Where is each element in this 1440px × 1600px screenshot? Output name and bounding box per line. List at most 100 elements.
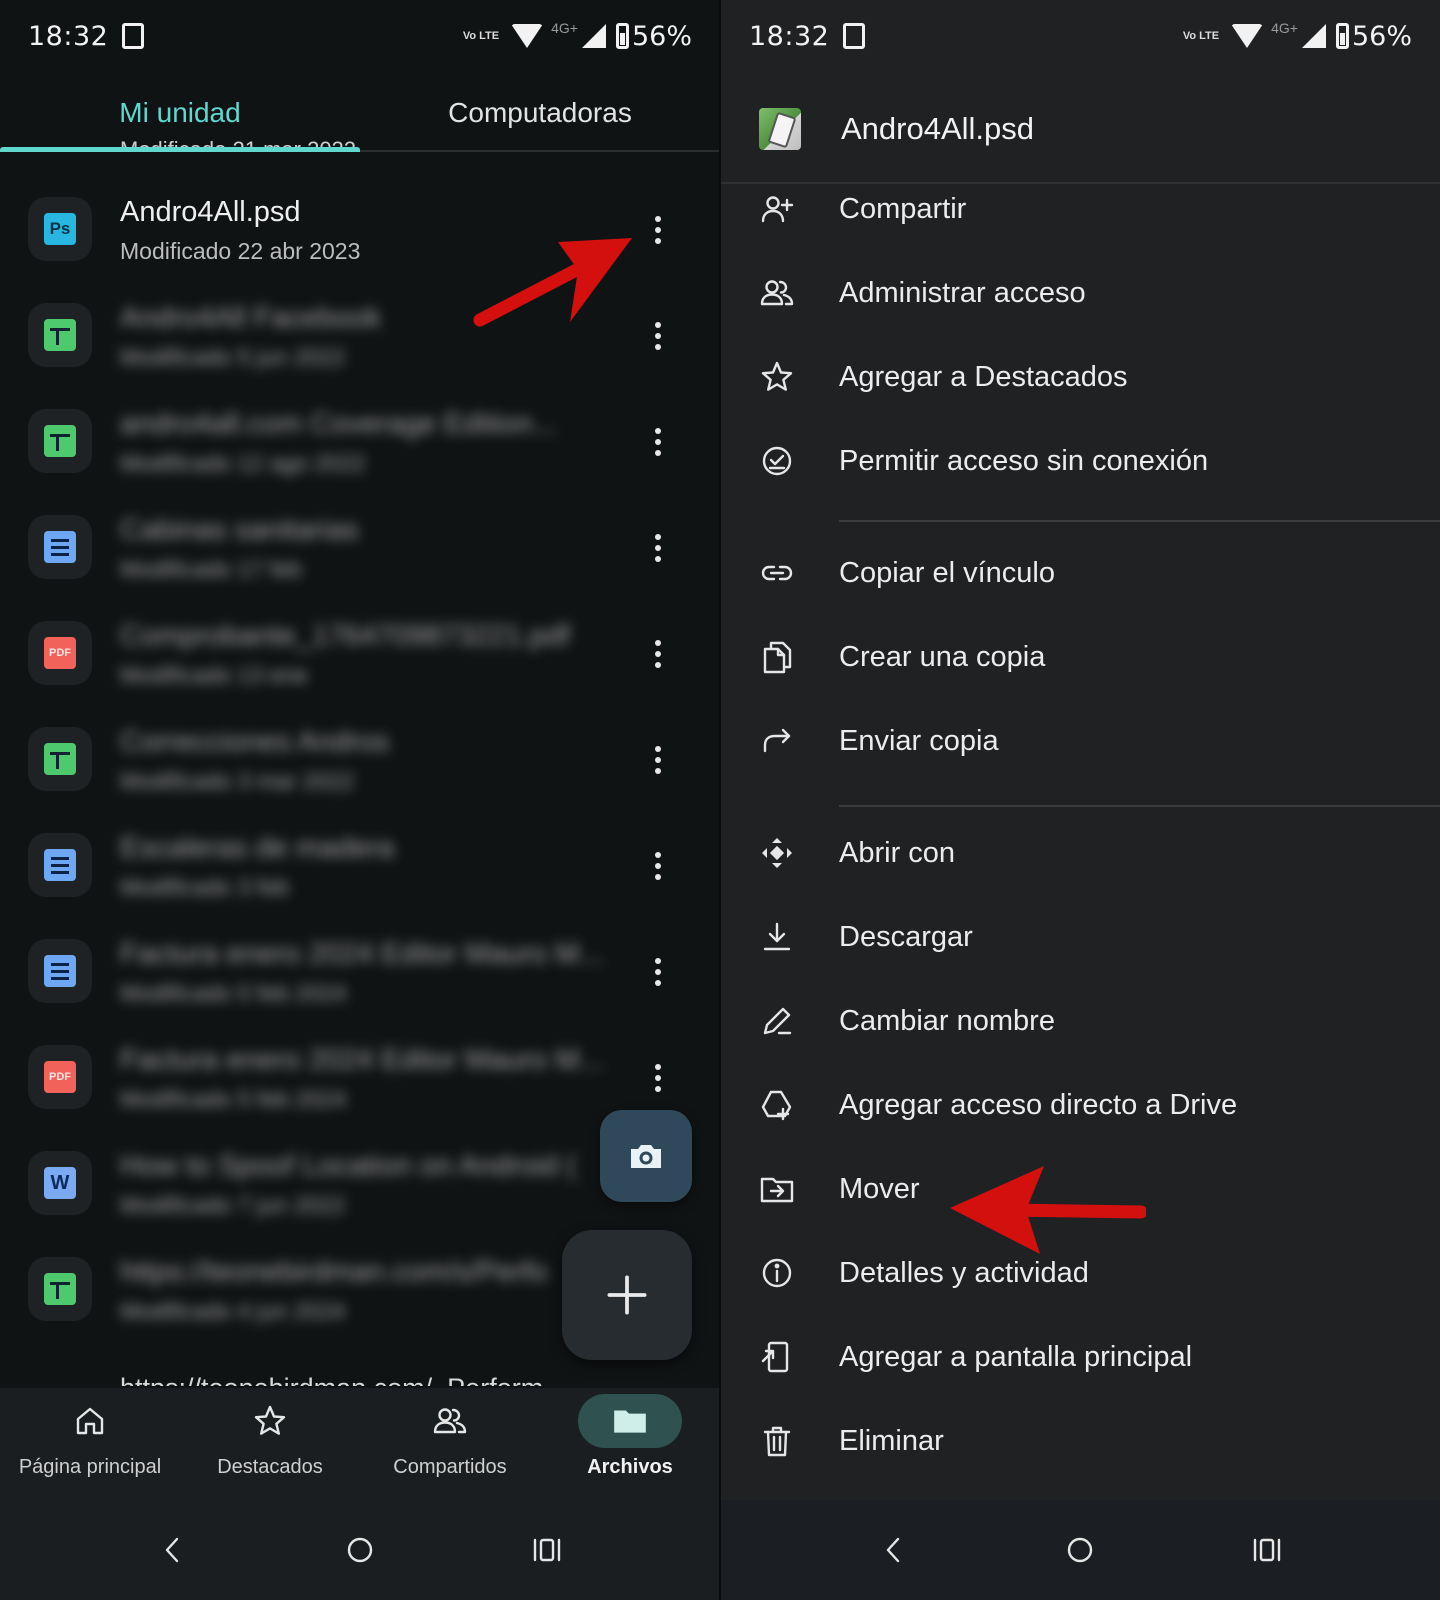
doc-file-icon — [44, 531, 76, 563]
trash-icon — [763, 1426, 791, 1457]
drive-shortcut-icon — [761, 1090, 792, 1121]
volte-icon: Vo LTE — [1182, 29, 1220, 42]
menu-item-crear-una-copia[interactable]: Crear una copia — [721, 616, 1440, 698]
pencil-icon — [763, 1007, 792, 1035]
drive-tabs: Mi unidad Computadoras — [0, 76, 720, 152]
doc-file-icon — [44, 849, 76, 881]
menu-icon-container — [757, 1001, 797, 1041]
file-modified-date: Modificado 3 mar 2022 — [120, 768, 354, 794]
file-row[interactable]: Factura enero 2024 Editor Mauro M... Modi… — [0, 922, 720, 1028]
file-modified-date: Modificado 7 jun 2022 — [120, 1192, 346, 1218]
menu-item-descargar[interactable]: Descargar — [721, 896, 1440, 978]
more-options-icon[interactable] — [648, 210, 668, 250]
bottom-navigation: Página principal Destacados Compartidos … — [0, 1388, 720, 1500]
recents-button[interactable] — [1227, 1520, 1307, 1580]
nav-starred-label: Destacados — [217, 1456, 323, 1478]
forward-icon — [763, 728, 791, 753]
file-modified-date: Modificado 3 feb — [120, 874, 289, 900]
menu-item-agregar-a-destacados[interactable]: Agregar a Destacados — [721, 336, 1440, 418]
more-options-icon[interactable] — [648, 422, 668, 462]
signal-icon — [581, 24, 606, 48]
menu-item-label: Descargar — [839, 920, 973, 953]
recents-icon — [1253, 1538, 1281, 1562]
menu-item-copiar-el-vinculo[interactable]: Copiar el vínculo — [721, 532, 1440, 614]
more-options-icon[interactable] — [648, 316, 668, 356]
more-options-icon[interactable] — [648, 528, 668, 568]
pdf-file-icon: PDF — [44, 637, 76, 669]
nav-home[interactable]: Página principal — [0, 1388, 180, 1500]
link-icon — [761, 565, 793, 581]
file-row[interactable]: Ps Andro4All.psd Modificado 22 abr 2023 — [0, 180, 720, 286]
file-title: Factura enero 2024 Editor Mauro M... — [120, 1044, 604, 1076]
chevron-left-icon — [886, 1537, 900, 1563]
nav-files-label: Archivos — [587, 1456, 673, 1478]
back-button[interactable] — [854, 1520, 934, 1580]
notification-icon — [843, 23, 866, 49]
battery-percent: 56% — [1351, 20, 1412, 52]
recents-button[interactable] — [507, 1520, 587, 1580]
wifi-icon — [511, 24, 544, 48]
menu-item-agregar-a-pantalla-principal[interactable]: Agregar a pantalla principal — [721, 1316, 1440, 1398]
menu-item-cambiar-nombre[interactable]: Cambiar nombre — [721, 980, 1440, 1062]
back-button[interactable] — [133, 1520, 213, 1580]
doc-file-icon — [44, 955, 76, 987]
file-title: Andro4All.psd — [120, 196, 301, 228]
sheet-file-icon — [44, 1273, 76, 1305]
nav-files[interactable]: Archivos — [540, 1388, 720, 1500]
menu-icon-container — [757, 273, 797, 313]
menu-item-agregar-acceso-directo-a-drive[interactable]: Agregar acceso directo a Drive — [721, 1064, 1440, 1146]
scan-camera-button[interactable] — [600, 1110, 692, 1202]
menu-icon-container — [757, 637, 797, 677]
menu-item-permitir-acceso-sin-conexion[interactable]: Permitir acceso sin conexión — [721, 420, 1440, 502]
menu-item-detalles-y-actividad[interactable]: Detalles y actividad — [721, 1232, 1440, 1314]
file-modified-date: Modificado 5 feb 2024 — [120, 1086, 347, 1112]
offline-check-icon — [762, 446, 792, 476]
menu-item-abrir-con[interactable]: Abrir con — [721, 812, 1440, 894]
people-icon — [433, 1408, 467, 1434]
star-icon — [254, 1405, 286, 1435]
more-options-icon[interactable] — [648, 740, 668, 780]
menu-item-eliminar[interactable]: Eliminar — [721, 1400, 1440, 1482]
tab-mi-unidad[interactable]: Mi unidad — [0, 76, 360, 152]
menu-item-compartir[interactable]: Compartir — [721, 168, 1440, 250]
file-row[interactable]: andro4all.com Coverage Edition... Modific… — [0, 392, 720, 498]
more-options-icon[interactable] — [648, 634, 668, 674]
file-type-icon-container — [28, 727, 92, 791]
file-row[interactable]: PDF Comprobante_1764709873221.pdf Modifica… — [0, 604, 720, 710]
menu-item-label: Mover — [839, 1172, 920, 1205]
copy-icon — [763, 641, 792, 674]
file-row[interactable]: Cabinas sanitarias Modificado 17 feb — [0, 498, 720, 604]
download-icon — [763, 922, 791, 951]
file-title: Escaleras de madera — [120, 832, 395, 864]
menu-item-mover[interactable]: Mover — [721, 1148, 1440, 1230]
home-system-button[interactable] — [320, 1520, 400, 1580]
menu-item-enviar-copia[interactable]: Enviar copia — [721, 700, 1440, 782]
tab-computadoras[interactable]: Computadoras — [360, 76, 720, 150]
circle-home-icon — [347, 1537, 373, 1563]
volte-icon: Vo LTE — [462, 29, 500, 42]
menu-item-administrar-acceso[interactable]: Administrar acceso — [721, 252, 1440, 334]
file-modified-date: Modificado 5 jun 2022 — [120, 344, 346, 370]
file-type-icon-container: PDF — [28, 621, 92, 685]
menu-icon-container — [757, 1337, 797, 1377]
nav-starred[interactable]: Destacados — [180, 1388, 360, 1500]
new-file-button[interactable] — [562, 1230, 692, 1360]
menu-icon-container — [757, 189, 797, 229]
more-options-icon[interactable] — [648, 1058, 668, 1098]
home-system-button[interactable] — [1040, 1520, 1120, 1580]
more-options-icon[interactable] — [648, 846, 668, 886]
menu-icon-container — [757, 441, 797, 481]
file-row[interactable]: Correcciones Andros Modificado 3 mar 2022 — [0, 710, 720, 816]
menu-item-label: Detalles y actividad — [839, 1256, 1089, 1289]
move-folder-icon — [760, 1177, 794, 1203]
file-row[interactable]: Andro4All Facebook Modificado 5 jun 2022 — [0, 286, 720, 392]
file-title: Andro4All Facebook — [120, 302, 382, 334]
file-type-icon-container: PDF — [28, 1045, 92, 1109]
nav-shared[interactable]: Compartidos — [360, 1388, 540, 1500]
file-row[interactable]: Escaleras de madera Modificado 3 feb — [0, 816, 720, 922]
system-navigation-bar — [0, 1500, 720, 1600]
battery-icon — [615, 23, 629, 49]
file-modified-date: Modificado 13 ene — [120, 662, 308, 688]
more-options-icon[interactable] — [648, 952, 668, 992]
network-type-label: 4G+ — [551, 20, 578, 36]
